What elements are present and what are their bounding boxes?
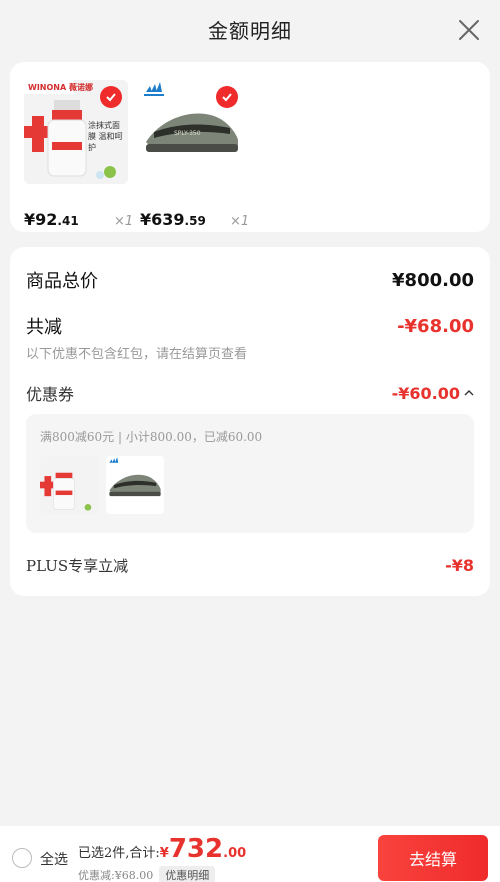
coupon-value-wrap[interactable]: -¥60.00 <box>392 384 474 403</box>
page-title: 金额明细 <box>208 18 292 43</box>
discount-summary: 优惠减:¥68.00 优惠明细 <box>78 866 216 882</box>
sneaker-image <box>106 456 164 514</box>
product-price: ¥92 .41 <box>24 210 79 229</box>
total-row: 商品总价 ¥800.00 <box>26 267 474 293</box>
total-value: ¥800.00 <box>392 269 474 291</box>
plus-row: PLUS专享立减 -¥8 <box>26 555 474 576</box>
product-price: ¥639 .59 <box>140 210 206 229</box>
promo-label: 涂抹式面膜 温和呵护 <box>88 121 123 152</box>
price-integer: ¥639 <box>140 210 185 229</box>
product-image-yeezy: SPLY-350 <box>140 80 244 184</box>
select-all-radio[interactable] <box>12 848 32 868</box>
chevron-up-icon[interactable] <box>464 388 474 398</box>
coupon-description: 满800减60元 | 小计800.00，已减60.00 <box>40 430 263 444</box>
checkout-button[interactable]: 去结算 <box>378 835 488 881</box>
price-integer: ¥92 <box>24 210 58 229</box>
discount-detail-button[interactable]: 优惠明细 <box>159 866 216 882</box>
total-decimal: .00 <box>223 846 247 861</box>
bottom-bar: 全选 已选2件,合计: ¥ 732 .00 优惠减:¥68.00 优惠明细 去结… <box>0 826 500 882</box>
coupon-label: 优惠券 <box>26 385 75 404</box>
coupon-product-winona <box>40 456 98 514</box>
price-summary-card: 商品总价 ¥800.00 共减 -¥68.00 以下优惠不包含红包，请在结算页查… <box>10 247 490 596</box>
brand-label: WINONA 薇诺娜 <box>28 83 93 92</box>
plus-value: -¥8 <box>445 556 474 575</box>
checked-icon[interactable] <box>216 86 238 108</box>
header: 金额明细 <box>0 0 500 58</box>
coupon-product-yeezy <box>106 456 164 514</box>
select-all-label[interactable]: 全选 <box>40 849 68 869</box>
product-item-winona[interactable]: WINONA 薇诺娜 涂抹式面膜 温和呵护 ¥92 .41 ×1 <box>24 80 133 229</box>
product-quantity: ×1 <box>230 214 250 229</box>
close-icon[interactable] <box>458 19 480 41</box>
selected-total-label: 已选2件,合计: <box>78 846 160 861</box>
product-image-winona: WINONA 薇诺娜 涂抹式面膜 温和呵护 <box>24 80 128 184</box>
discount-label: 共减 <box>26 317 62 338</box>
plus-label: PLUS专享立减 <box>26 557 129 575</box>
coupon-value: -¥60.00 <box>391 383 460 403</box>
coupon-row[interactable]: 优惠券 -¥60.00 <box>26 381 474 405</box>
total-summary: 已选2件,合计: ¥ 732 .00 <box>78 834 246 864</box>
product-item-yeezy[interactable]: SPLY-350 ¥639 .59 ×1 <box>140 80 249 229</box>
price-decimal: .41 <box>57 214 79 228</box>
discount-text: 优惠减:¥68.00 <box>78 869 154 882</box>
coupon-detail: 满800减60元 | 小计800.00，已减60.00 <box>26 414 474 533</box>
product-quantity: ×1 <box>114 214 134 229</box>
total-currency: ¥ <box>159 846 169 861</box>
checked-icon[interactable] <box>100 86 122 108</box>
total-label: 商品总价 <box>26 271 98 292</box>
discount-value: -¥68.00 <box>397 315 474 337</box>
total-integer: 732 <box>168 834 224 864</box>
price-decimal: .59 <box>184 214 206 228</box>
svg-text:SPLY-350: SPLY-350 <box>174 130 201 137</box>
foam-bottle-image <box>40 456 98 514</box>
discount-row: 共减 -¥68.00 <box>26 313 474 339</box>
discount-note: 以下优惠不包含红包，请在结算页查看 <box>26 347 248 362</box>
product-card: WINONA 薇诺娜 涂抹式面膜 温和呵护 ¥92 .41 ×1 SPLY-35… <box>10 62 490 232</box>
